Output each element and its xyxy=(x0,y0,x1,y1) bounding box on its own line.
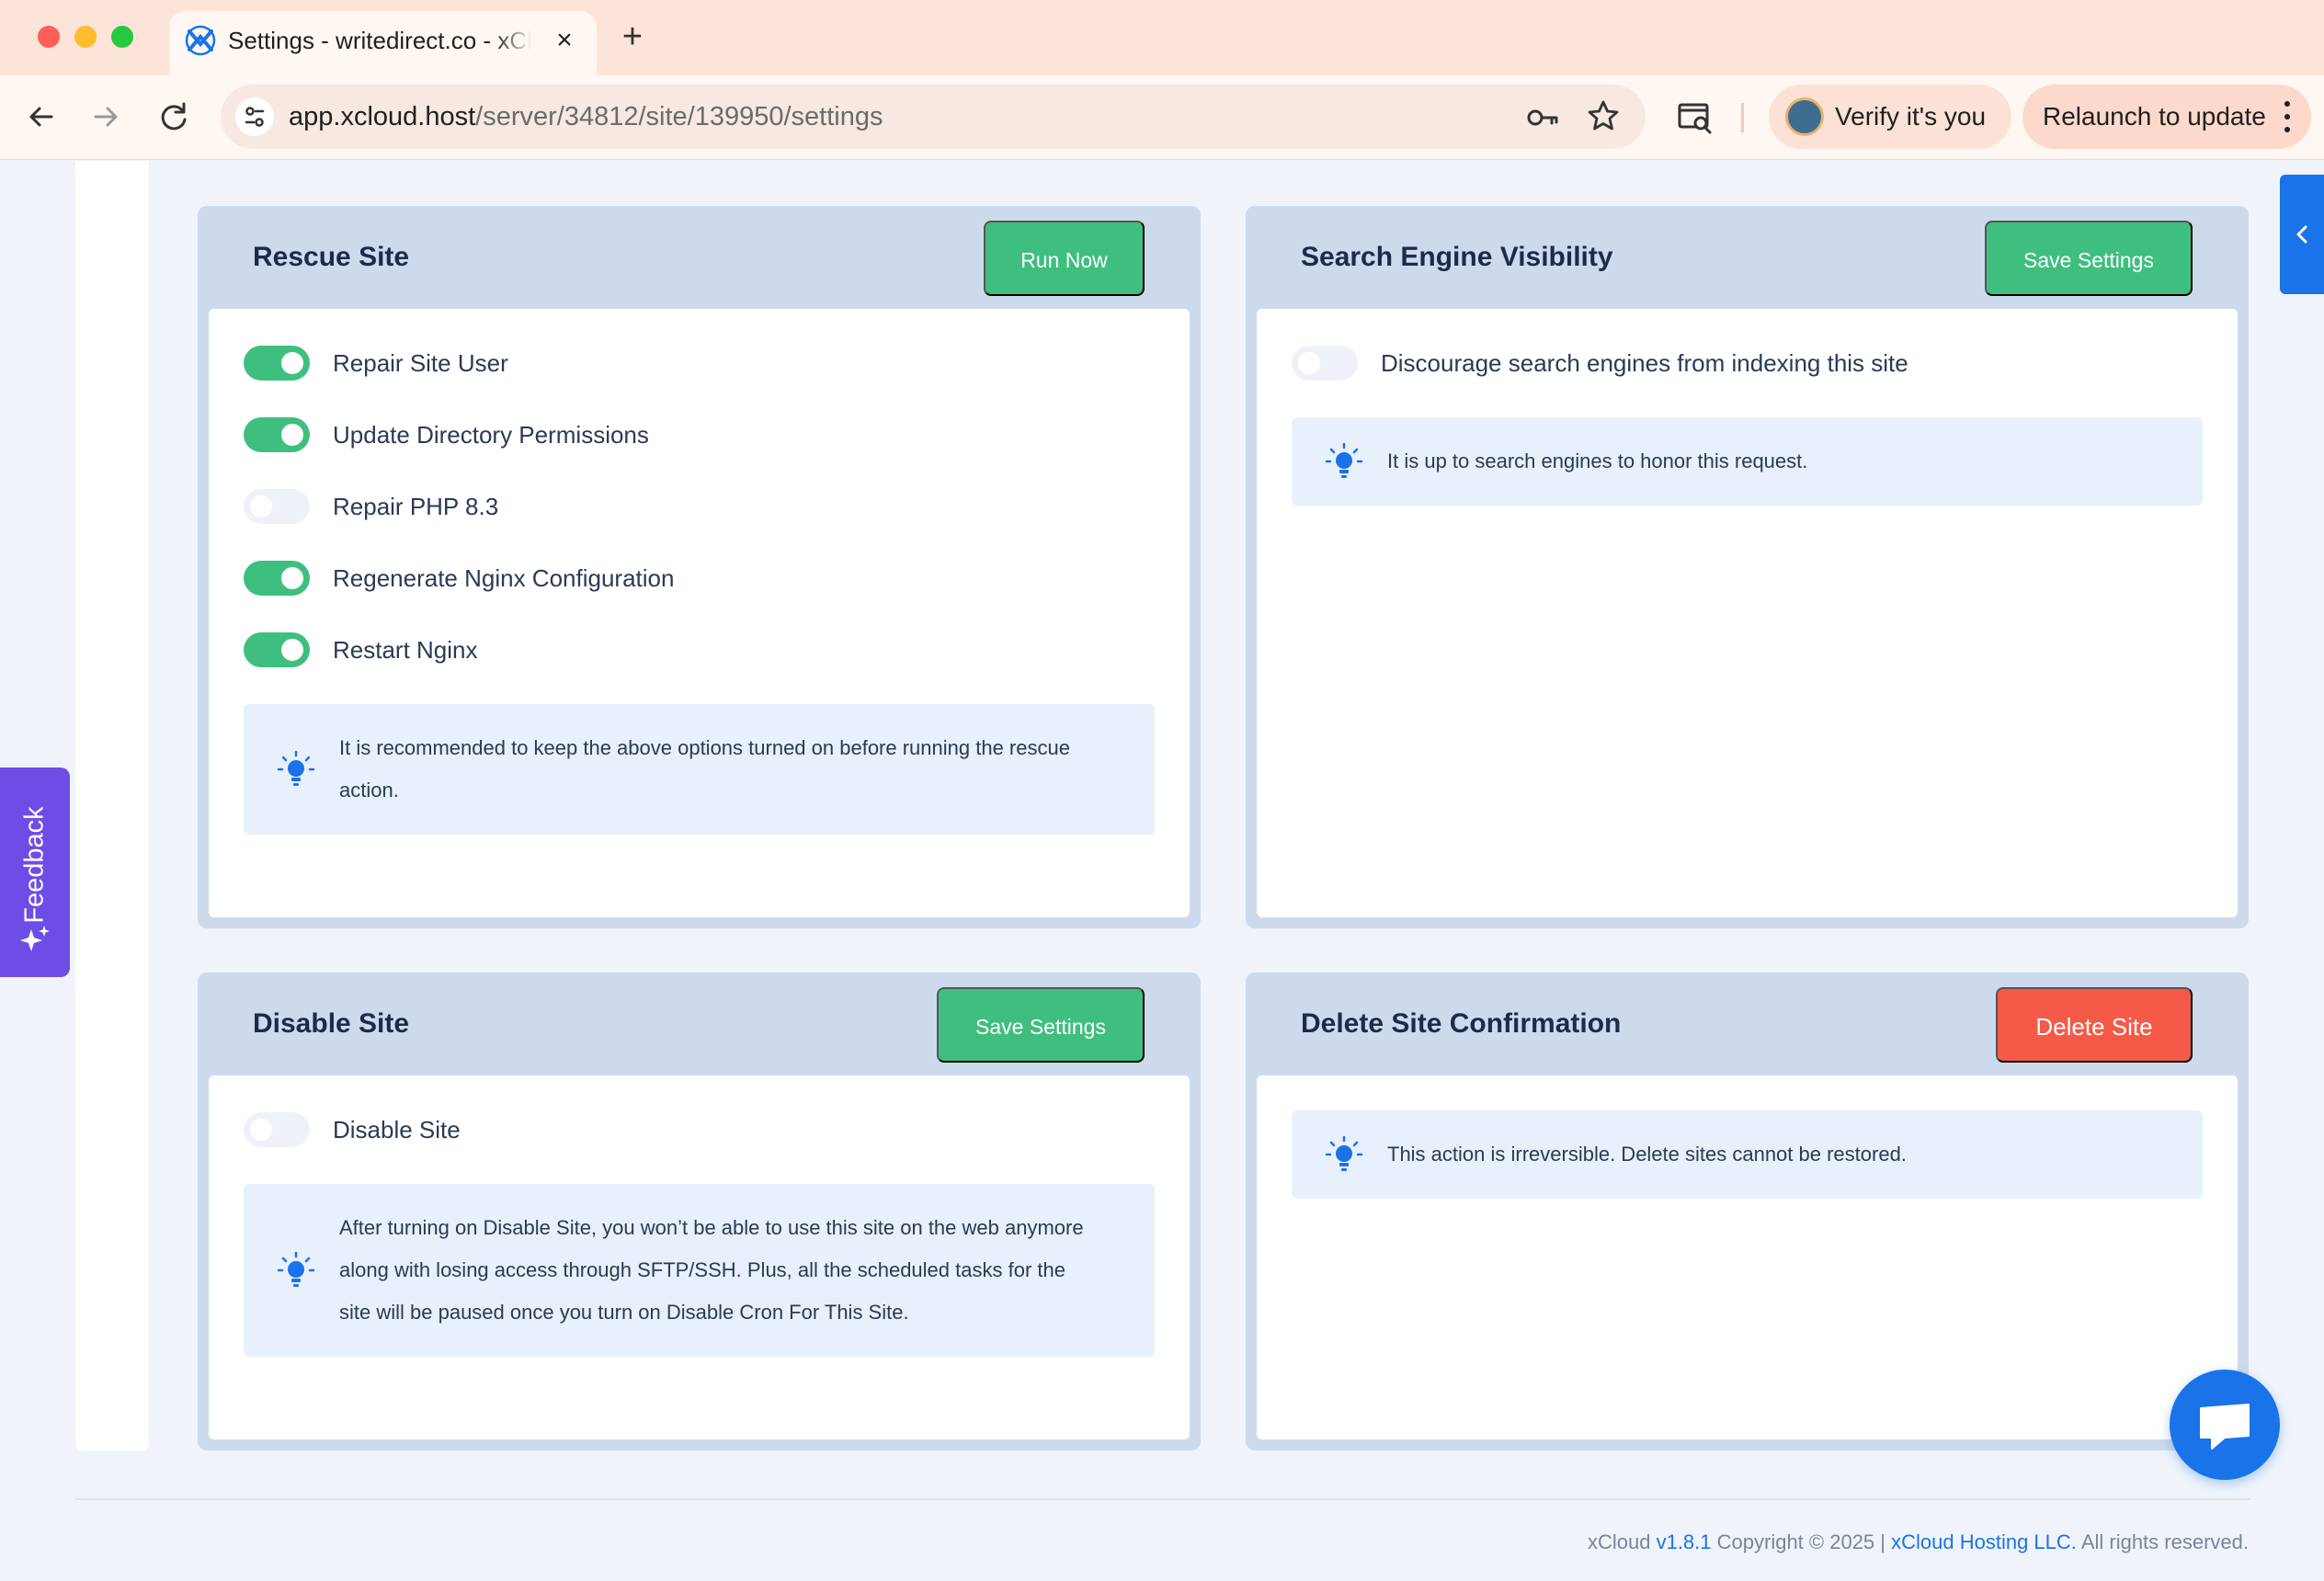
card-header: Rescue Site Run Now xyxy=(198,206,1201,309)
option-label: Discourage search engines from indexing … xyxy=(1381,349,1908,377)
site-info-icon[interactable] xyxy=(235,97,274,136)
feedback-label: Feedback xyxy=(19,806,50,924)
card-title: Rescue Site xyxy=(253,242,410,272)
option-label: Disable Site xyxy=(333,1116,461,1143)
disable-info-note: After turning on Disable Site, you won’t… xyxy=(244,1184,1155,1357)
toggle-switch[interactable] xyxy=(244,417,310,452)
footer-brand: xCloud xyxy=(1587,1530,1651,1553)
card-title: Delete Site Confirmation xyxy=(1301,1008,1622,1039)
tab-title: Settings - writedirect.co - xCloud xyxy=(228,27,531,54)
toggle-switch[interactable] xyxy=(244,632,310,667)
chat-icon xyxy=(2200,1404,2250,1450)
window-minimize-button[interactable] xyxy=(74,26,97,48)
card-body: Repair Site User Update Directory Permis… xyxy=(209,309,1190,917)
browser-toolbar: app.xcloud.host/server/34812/site/139950… xyxy=(0,75,2324,160)
page-footer: xCloud v1.8.1 Copyright © 2025 | xCloud … xyxy=(1588,1526,2249,1559)
feedback-button[interactable]: Feedback xyxy=(0,768,70,977)
back-arrow-icon[interactable] xyxy=(20,96,63,138)
new-tab-icon[interactable]: + xyxy=(614,18,651,55)
window-zoom-button[interactable] xyxy=(111,26,133,48)
relaunch-label: Relaunch to update xyxy=(2043,102,2266,131)
footer-copyright: Copyright © 2025 | xyxy=(1716,1530,1885,1553)
disable-site-card: Disable Site Save Settings Disable Site … xyxy=(198,972,1201,1450)
option-label: Restart Nginx xyxy=(333,636,478,664)
toggle-switch[interactable] xyxy=(244,1112,310,1147)
seo-info-note: It is up to search engines to honor this… xyxy=(1292,417,2203,506)
rescue-site-card: Rescue Site Run Now Repair Site User Upd… xyxy=(198,206,1201,928)
note-text: It is up to search engines to honor this… xyxy=(1387,449,1808,472)
search-tab-icon[interactable] xyxy=(1675,97,1715,138)
forward-arrow-icon[interactable] xyxy=(85,96,127,138)
card-title: Disable Site xyxy=(253,1008,410,1039)
more-menu-icon[interactable] xyxy=(2278,97,2296,136)
save-settings-button[interactable]: Save Settings xyxy=(937,987,1145,1063)
delete-site-button[interactable]: Delete Site xyxy=(1996,987,2193,1063)
browser-titlebar: Settings - writedirect.co - xCloud × + xyxy=(0,0,2324,77)
note-text: After turning on Disable Site, you won’t… xyxy=(339,1216,1084,1324)
card-header: Search Engine Visibility Save Settings xyxy=(1246,206,2249,309)
footer-divider xyxy=(75,1498,2250,1500)
lightbulb-icon xyxy=(277,1251,315,1287)
company-link[interactable]: xCloud Hosting LLC. xyxy=(1891,1530,2077,1553)
card-header: Disable Site Save Settings xyxy=(198,972,1201,1075)
card-header: Delete Site Confirmation Delete Site xyxy=(1246,972,2249,1075)
toggle-switch[interactable] xyxy=(244,346,310,381)
reload-icon[interactable] xyxy=(153,96,195,138)
toggle-switch[interactable] xyxy=(244,489,310,524)
footer-rights: All rights reserved. xyxy=(2080,1530,2249,1553)
verify-identity-button[interactable]: Verify it's you xyxy=(1769,85,2011,149)
lightbulb-icon xyxy=(1325,1135,1363,1171)
toggle-switch[interactable] xyxy=(244,561,310,596)
password-key-icon[interactable] xyxy=(1524,99,1561,136)
save-settings-button[interactable]: Save Settings xyxy=(1985,221,2193,296)
option-label: Update Directory Permissions xyxy=(333,421,649,449)
xcloud-favicon-icon xyxy=(185,25,216,56)
relaunch-update-button[interactable]: Relaunch to update xyxy=(2022,85,2311,149)
tab-close-icon[interactable]: × xyxy=(548,24,581,57)
live-chat-button[interactable] xyxy=(2170,1370,2280,1480)
card-body: This action is irreversible. Delete site… xyxy=(1257,1075,2238,1439)
sparkle-icon xyxy=(20,926,50,951)
toolbar-divider xyxy=(1741,103,1744,132)
url-text: app.xcloud.host/server/34812/site/139950… xyxy=(289,102,883,131)
note-text: It is recommended to keep the above opti… xyxy=(339,736,1070,802)
delete-site-card: Delete Site Confirmation Delete Site Thi… xyxy=(1246,972,2249,1450)
version-link[interactable]: v1.8.1 xyxy=(1657,1530,1712,1553)
option-label: Regenerate Nginx Configuration xyxy=(333,564,675,592)
toggle-switch[interactable] xyxy=(1292,346,1358,381)
option-label: Repair PHP 8.3 xyxy=(333,493,499,520)
profile-avatar xyxy=(1785,97,1824,136)
run-now-button[interactable]: Run Now xyxy=(984,221,1145,296)
note-text: This action is irreversible. Delete site… xyxy=(1387,1143,1907,1166)
card-body: Discourage search engines from indexing … xyxy=(1257,309,2238,917)
lightbulb-icon xyxy=(277,750,315,786)
left-nav-panel xyxy=(75,161,149,1450)
browser-tab-active[interactable]: Settings - writedirect.co - xCloud × xyxy=(169,11,597,77)
bookmark-star-icon[interactable] xyxy=(1585,97,1622,134)
lightbulb-icon xyxy=(1325,442,1363,478)
search-engine-visibility-card: Search Engine Visibility Save Settings D… xyxy=(1246,206,2249,928)
window-close-button[interactable] xyxy=(38,26,60,48)
option-label: Repair Site User xyxy=(333,349,508,377)
verify-label: Verify it's you xyxy=(1835,102,1987,131)
address-bar[interactable]: app.xcloud.host/server/34812/site/139950… xyxy=(221,85,1646,149)
chevron-left-icon xyxy=(2296,225,2307,244)
delete-warning-note: This action is irreversible. Delete site… xyxy=(1292,1110,2203,1199)
right-panel-toggle[interactable] xyxy=(2280,175,2324,294)
card-body: Disable Site After turning on Disable Si… xyxy=(209,1075,1190,1439)
card-title: Search Engine Visibility xyxy=(1301,242,1613,272)
rescue-info-note: It is recommended to keep the above opti… xyxy=(244,704,1155,835)
